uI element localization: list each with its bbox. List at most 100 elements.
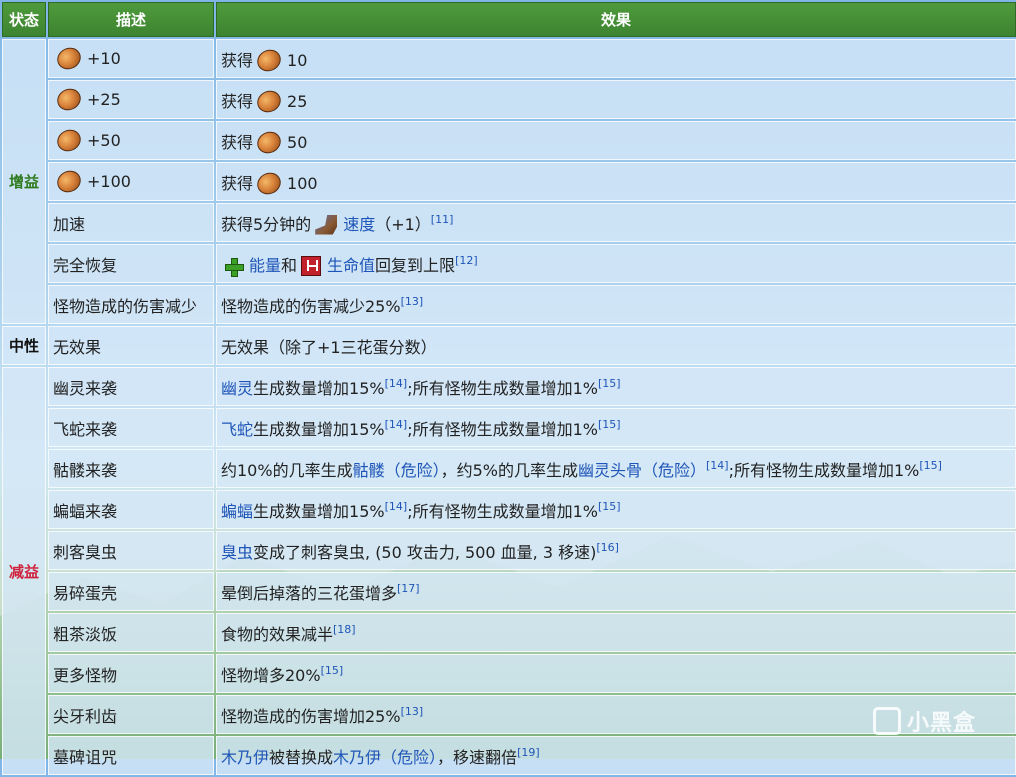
reference-link[interactable]: [17]: [397, 582, 420, 595]
table-row: 更多怪物 怪物增多20%[15]: [2, 654, 1016, 693]
effect-cell: 获得 10: [216, 39, 1016, 78]
reference-link[interactable]: [15]: [598, 418, 621, 431]
table-row: 完全恢复 能量和 生命值回复到上限[12]: [2, 244, 1016, 283]
desc-cell: +25: [48, 80, 214, 119]
effect-text: 怪物增多20%: [221, 665, 321, 685]
ghost-link[interactable]: 幽灵: [221, 379, 253, 398]
table-row: +100 获得 100: [2, 162, 1016, 201]
heybox-logo-icon: [872, 707, 901, 735]
effect-text: ;所有怪物生成数量增加1%: [407, 378, 598, 398]
effect-text: 回复到上限: [375, 255, 456, 275]
table-row: 粗茶淡饭 食物的效果减半[18]: [2, 613, 1016, 652]
energy-plus-icon: [225, 257, 244, 277]
desc-cell: +100: [48, 162, 214, 201]
effect-cell: 怪物增多20%[15]: [216, 654, 1016, 693]
energy-link[interactable]: 能量: [249, 256, 281, 275]
effect-text: 获得5分钟的: [221, 214, 312, 234]
desc-cell: 蝙蝠来袭: [48, 490, 214, 529]
effect-cell: 无效果（除了+1三花蛋分数）: [216, 326, 1016, 365]
desc-cell: 易碎蛋壳: [48, 572, 214, 611]
effect-cell: 晕倒后掉落的三花蛋增多[17]: [216, 572, 1016, 611]
serpent-link[interactable]: 飞蛇: [221, 420, 253, 439]
effect-text: 和: [281, 255, 298, 275]
table-row: 蝙蝠来袭 蝙蝠生成数量增加15%[14];所有怪物生成数量增加1%[15]: [2, 490, 1016, 529]
effect-cell: 蝙蝠生成数量增加15%[14];所有怪物生成数量增加1%[15]: [216, 490, 1016, 529]
effect-text: 生成数量增加15%: [253, 419, 385, 439]
speed-boot-icon: [315, 214, 338, 235]
reference-link[interactable]: [15]: [598, 500, 621, 513]
mummy-dangerous-link[interactable]: 木乃伊（危险）: [333, 748, 437, 767]
effect-text: 获得: [221, 50, 254, 70]
reference-link[interactable]: [11]: [431, 213, 454, 226]
effect-text: ;所有怪物生成数量增加1%: [407, 501, 598, 521]
speed-link[interactable]: 速度: [343, 215, 375, 234]
health-icon: [301, 255, 322, 276]
reference-link[interactable]: [16]: [596, 541, 619, 554]
reference-link[interactable]: [14]: [385, 418, 408, 431]
desc-cell: 刺客臭虫: [48, 531, 214, 570]
effect-text: 被替换成: [269, 747, 334, 767]
reference-link[interactable]: [13]: [401, 705, 424, 718]
skeleton-link[interactable]: 骷髅（危险）: [353, 461, 441, 480]
golden-egg-icon: [53, 84, 85, 115]
golden-egg-icon: [53, 43, 85, 74]
desc-cell: 墓碑诅咒: [48, 736, 214, 775]
effect-cell: 获得 100: [216, 162, 1016, 201]
effect-value: 50: [287, 132, 308, 152]
desc-cell: 加速: [48, 203, 214, 242]
effect-cell: 怪物造成的伤害减少25%[13]: [216, 285, 1016, 324]
health-link[interactable]: 生命值: [327, 256, 375, 275]
desc-cell: 无效果: [48, 326, 214, 365]
table-row: 易碎蛋壳 晕倒后掉落的三花蛋增多[17]: [2, 572, 1016, 611]
header-description: 描述: [48, 2, 214, 37]
effect-cell: 获得 50: [216, 121, 1016, 160]
haunted-skull-link[interactable]: 幽灵头骨（危险）: [578, 461, 706, 480]
state-buff: 增益: [2, 39, 46, 324]
reference-link[interactable]: [19]: [517, 746, 540, 759]
header-effect: 效果: [216, 2, 1016, 37]
desc-text: +100: [87, 172, 131, 191]
effect-cell: 幽灵生成数量增加15%[14];所有怪物生成数量增加1%[15]: [216, 367, 1016, 406]
effect-text: 食物的效果减半: [221, 624, 334, 644]
effect-cell: 臭虫变成了刺客臭虫, (50 攻击力, 500 血量, 3 移速)[16]: [216, 531, 1016, 570]
effect-text: 变成了刺客臭虫, (50 攻击力, 500 血量, 3 移速): [253, 542, 597, 562]
table-row: 减益 幽灵来袭 幽灵生成数量增加15%[14];所有怪物生成数量增加1%[15]: [2, 367, 1016, 775]
golden-egg-icon: [253, 45, 285, 75]
table-row: 骷髅来袭 约10%的几率生成骷髅（危险），约5%的几率生成幽灵头骨（危险）[14…: [2, 449, 1016, 488]
reference-link[interactable]: [14]: [385, 500, 408, 513]
effect-value: 100: [287, 173, 318, 193]
reference-link[interactable]: [15]: [919, 459, 942, 472]
table-row: 墓碑诅咒 木乃伊被替换成木乃伊（危险），移速翻倍[19]: [2, 736, 1016, 775]
reference-link[interactable]: [18]: [333, 623, 356, 636]
table-row: +25 获得 25: [2, 80, 1016, 119]
bug-link[interactable]: 臭虫: [221, 543, 253, 562]
mummy-link[interactable]: 木乃伊: [221, 748, 269, 767]
reference-link[interactable]: [12]: [455, 254, 478, 267]
effect-text: ;所有怪物生成数量增加1%: [407, 419, 598, 439]
effect-text: ;所有怪物生成数量增加1%: [728, 460, 920, 480]
golden-egg-icon: [53, 166, 85, 197]
table-row: 加速 获得5分钟的 速度（+1）[11]: [2, 203, 1016, 242]
effect-cell: 能量和 生命值回复到上限[12]: [216, 244, 1016, 283]
bat-link[interactable]: 蝙蝠: [221, 502, 253, 521]
reference-link[interactable]: [15]: [598, 377, 621, 390]
reference-link[interactable]: [15]: [321, 664, 344, 677]
desc-cell: +50: [48, 121, 214, 160]
table-header-row: 状态 描述 效果: [2, 2, 1016, 37]
effect-cell: 获得5分钟的 速度（+1）[11]: [216, 203, 1016, 242]
table-row: 怪物造成的伤害减少 怪物造成的伤害减少25%[13]: [2, 285, 1016, 324]
effect-cell: 获得 25: [216, 80, 1016, 119]
table-row: 飞蛇来袭 飞蛇生成数量增加15%[14];所有怪物生成数量增加1%[15]: [2, 408, 1016, 447]
effect-text: 获得: [221, 173, 254, 193]
effect-value: 10: [287, 50, 308, 70]
golden-egg-icon: [53, 125, 85, 156]
desc-cell: 更多怪物: [48, 654, 214, 693]
effect-text: 生成数量增加15%: [253, 501, 385, 521]
reference-link[interactable]: [14]: [385, 377, 408, 390]
desc-cell: 粗茶淡饭: [48, 613, 214, 652]
golden-egg-icon: [253, 168, 285, 198]
reference-link[interactable]: [14]: [706, 459, 729, 472]
golden-egg-icon: [253, 127, 285, 157]
effect-cell: 木乃伊被替换成木乃伊（危险），移速翻倍[19]: [216, 736, 1016, 775]
reference-link[interactable]: [13]: [401, 295, 424, 308]
